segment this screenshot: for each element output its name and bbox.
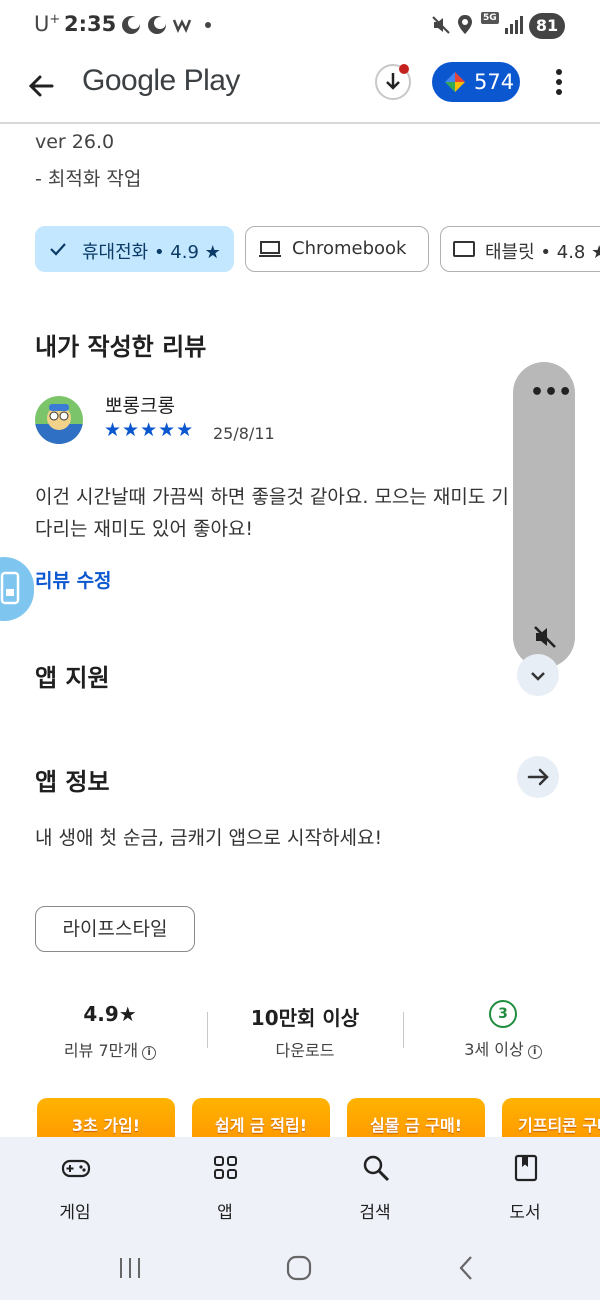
- battery-level: 81: [529, 13, 565, 39]
- home-icon[interactable]: [281, 1253, 317, 1283]
- more-vert-icon[interactable]: [548, 64, 570, 100]
- info-icon: i: [527, 1045, 542, 1059]
- chevron-down-icon: [531, 672, 545, 681]
- reviewer-avatar: [35, 396, 83, 444]
- floating-bubble[interactable]: [0, 557, 34, 621]
- review-text: 이건 시간날때 가끔씩 하면 좋을것 같아요. 모으는 재미도 기다리는 재미도…: [35, 486, 509, 540]
- age-rating-label: 3세 이상: [464, 1040, 524, 1059]
- more-notifications-dot: [205, 22, 211, 28]
- nav-label: 앱: [217, 1203, 233, 1223]
- carrier-label: U+: [34, 12, 61, 36]
- update-badge: [399, 64, 409, 74]
- gamepad-icon: [61, 1159, 91, 1178]
- search-icon: [363, 1155, 390, 1182]
- stat-divider: [207, 1012, 208, 1048]
- release-notes: - 최적화 작업: [35, 168, 142, 190]
- apps-grid-icon: [214, 1156, 237, 1179]
- app-notification-icon: [172, 19, 192, 34]
- reviews-count[interactable]: 리뷰 7만개 i: [45, 1037, 175, 1061]
- rating-value: 4.9★: [83, 1002, 137, 1026]
- app-info-button[interactable]: [517, 756, 559, 798]
- avatar-image: [35, 396, 83, 444]
- store-title: Google Play: [82, 64, 240, 97]
- tablet-icon: [453, 241, 475, 257]
- back-arrow-icon[interactable]: [22, 66, 62, 106]
- system-navigation-bar: [0, 1237, 600, 1300]
- back-icon[interactable]: [449, 1253, 485, 1283]
- reviewer-name: 뽀롱크롱: [105, 395, 175, 417]
- device-chip-chromebook[interactable]: Chromebook: [245, 226, 429, 272]
- mute-icon: [432, 16, 450, 34]
- version-text: ver 26.0: [35, 131, 115, 153]
- play-points-button[interactable]: 574: [432, 62, 520, 102]
- device-chip-phone[interactable]: 휴대전화 • 4.9 ★: [35, 226, 234, 272]
- status-bar: U+ 2:35 5G 81: [0, 0, 600, 52]
- my-review-heading: 내가 작성한 리뷰: [35, 333, 207, 361]
- stat-divider: [403, 1012, 404, 1048]
- nav-label: 검색: [359, 1203, 391, 1223]
- device-chip-label: 휴대전화 • 4.9 ★: [82, 242, 221, 263]
- age-rating-badge: 3: [489, 1000, 517, 1028]
- nav-search[interactable]: 검색: [315, 1137, 435, 1237]
- points-value: 574: [474, 70, 515, 94]
- age-rating[interactable]: 3세 이상 i: [428, 1036, 578, 1060]
- recent-apps-icon[interactable]: [112, 1253, 148, 1283]
- nav-label: 게임: [59, 1203, 91, 1223]
- check-icon: [50, 243, 66, 256]
- app-support-heading: 앱 지원: [35, 664, 110, 692]
- volume-side-panel[interactable]: [513, 362, 575, 668]
- device-chip-label: 태블릿 • 4.8 ★: [485, 242, 600, 263]
- notification-icons: [122, 16, 166, 34]
- laptop-icon: [259, 241, 281, 257]
- location-icon: [458, 15, 472, 34]
- app-info-heading: 앱 정보: [35, 768, 110, 796]
- info-icon: i: [142, 1046, 157, 1060]
- nav-games[interactable]: 게임: [15, 1137, 135, 1237]
- nav-books[interactable]: 도서: [465, 1137, 585, 1237]
- clock: 2:35: [64, 12, 117, 36]
- device-chip-tablet[interactable]: 태블릿 • 4.8 ★: [440, 226, 600, 272]
- expand-support-button[interactable]: [517, 654, 559, 696]
- device-chip-label: Chromebook: [292, 238, 407, 259]
- book-icon: [514, 1154, 538, 1182]
- app-description: 내 생애 첫 순금, 금캐기 앱으로 시작하세요!: [35, 827, 383, 849]
- bottom-navigation: 게임 앱 검색 도서: [0, 1137, 600, 1237]
- nav-label: 도서: [509, 1203, 541, 1223]
- nav-apps[interactable]: 앱: [165, 1137, 285, 1237]
- category-tag[interactable]: 라이프스타일: [35, 906, 195, 952]
- panel-more-icon[interactable]: •••: [530, 380, 572, 405]
- sound-off-icon[interactable]: [532, 624, 558, 650]
- play-points-icon: [445, 72, 465, 92]
- downloads-value: 10만회 이상: [250, 1006, 360, 1030]
- reviews-count-label: 리뷰 7만개: [63, 1041, 139, 1060]
- review-stars: ★★★★★: [104, 419, 195, 441]
- network-type: 5G: [481, 12, 499, 24]
- edit-review-link[interactable]: 리뷰 수정: [35, 566, 112, 593]
- review-date: 25/8/11: [213, 424, 275, 443]
- phone-lock-icon: [0, 571, 20, 605]
- app-bar: Google Play 574: [0, 52, 600, 124]
- arrow-right-icon: [527, 768, 549, 786]
- signal-icon: [505, 16, 523, 34]
- downloads-label: 다운로드: [275, 1041, 335, 1060]
